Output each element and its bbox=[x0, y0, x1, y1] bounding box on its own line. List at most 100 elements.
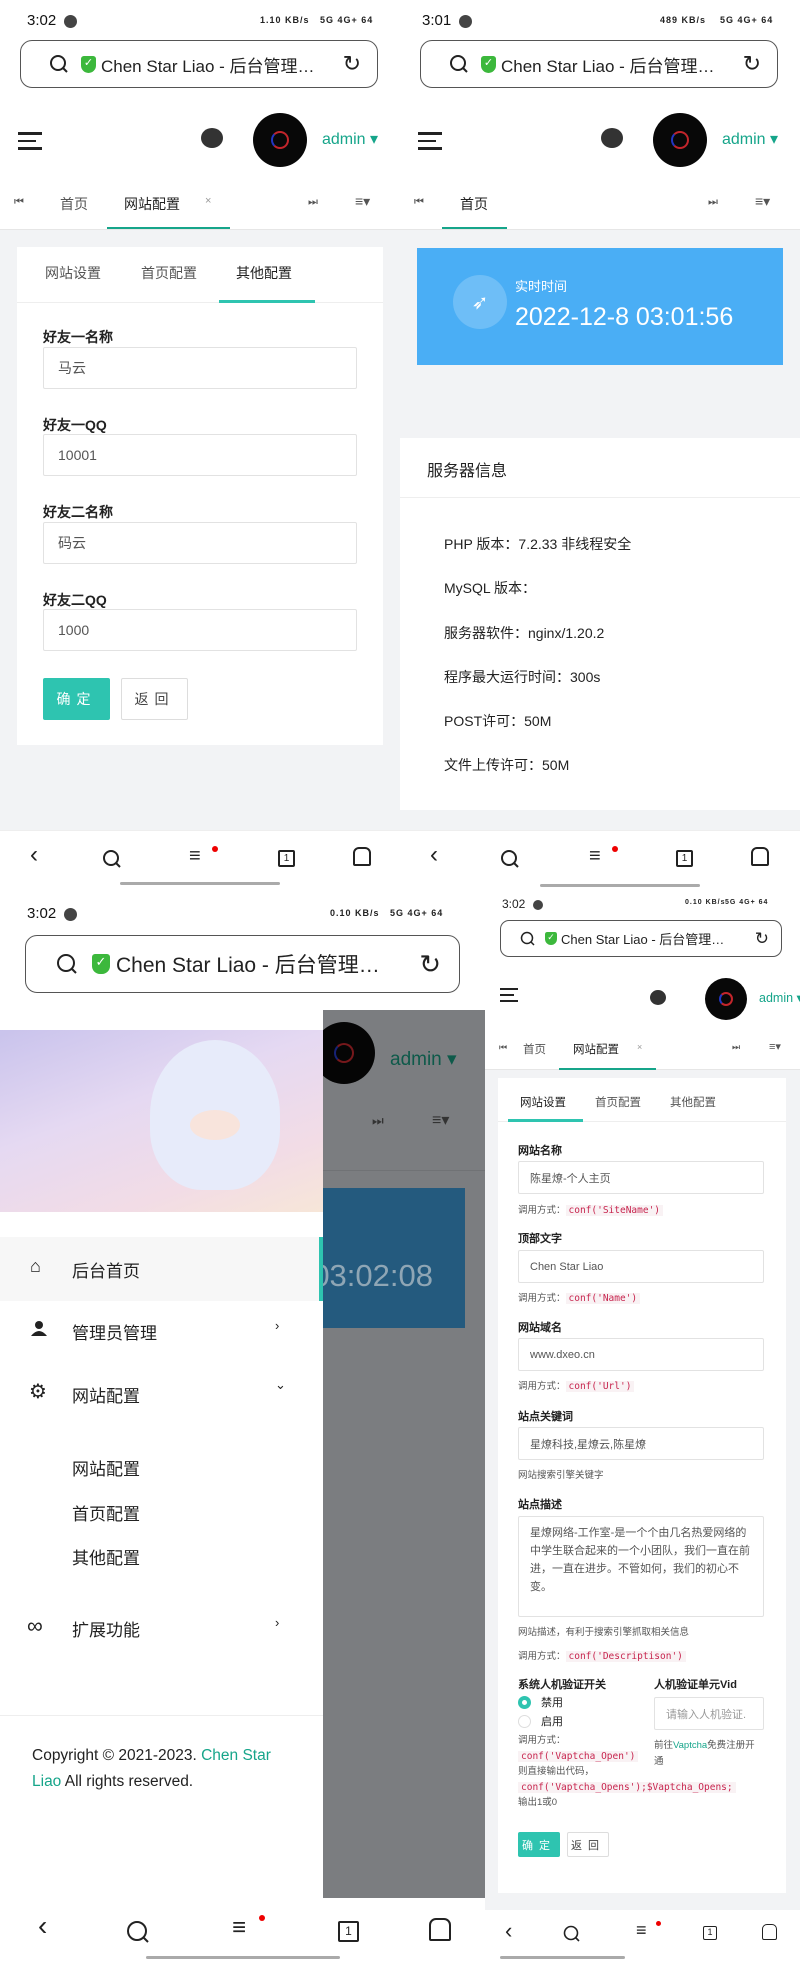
reload-icon[interactable]: ↻ bbox=[743, 51, 761, 77]
user-menu[interactable]: admin ▾ bbox=[322, 129, 378, 149]
vid-input[interactable]: 请输入人机验证. bbox=[654, 1697, 764, 1730]
tab-close-icon[interactable]: × bbox=[637, 1042, 642, 1052]
tabs-prev-icon[interactable]: ⏮ bbox=[414, 196, 424, 209]
friend2-qq-input[interactable]: 1000 bbox=[43, 609, 357, 651]
tab-home[interactable]: 首页 bbox=[523, 1041, 546, 1057]
tabs-menu-icon[interactable]: ≡▾ bbox=[769, 1040, 781, 1053]
reload-icon[interactable]: ↻ bbox=[755, 929, 769, 949]
tabs-count-icon[interactable]: 1 bbox=[278, 850, 295, 867]
description-textarea[interactable]: 星燎网络-工作室-是一个个由几名热爱网络的中学生联合起来的一个小团队，我们一直在… bbox=[518, 1516, 764, 1617]
confirm-button[interactable]: 确定 bbox=[518, 1832, 560, 1857]
menu-icon[interactable]: ≡ bbox=[636, 1920, 647, 1941]
tab-home[interactable]: 首页 bbox=[60, 194, 88, 214]
submenu-site-config[interactable]: 网站配置 bbox=[72, 1455, 140, 1480]
config-tab-home[interactable]: 首页配置 bbox=[595, 1094, 641, 1110]
menu-item-dashboard[interactable]: ⌂ 后台首页 bbox=[0, 1237, 323, 1301]
user-menu[interactable]: admin ▾ bbox=[722, 129, 778, 149]
content-area: ➶ 实时时间 2022-12-8 03:01:56 服务器信息 PHP 版本：7… bbox=[400, 230, 800, 830]
address-bar[interactable]: ✓ Chen Star Liao - 后台管理… ↻ bbox=[25, 935, 460, 993]
tab-site-config[interactable]: 网站配置 bbox=[573, 1041, 619, 1057]
menu-item-site-config[interactable]: ⚙ 网站配置 ⌄ bbox=[0, 1365, 323, 1425]
tab-close-icon[interactable]: × bbox=[205, 195, 211, 207]
tabs-prev-icon[interactable]: ⏮ bbox=[499, 1042, 507, 1053]
domain-input[interactable]: www.dxeo.cn bbox=[518, 1338, 764, 1371]
tab-site-config[interactable]: 网站配置 bbox=[124, 194, 180, 214]
notification-dot bbox=[656, 1921, 661, 1926]
tabs-next-icon[interactable]: ⏭ bbox=[732, 1042, 740, 1053]
search-icon[interactable] bbox=[563, 1925, 581, 1943]
radio-enabled[interactable]: 启用 bbox=[518, 1713, 563, 1729]
tabs-menu-icon[interactable]: ≡▾ bbox=[755, 193, 770, 210]
search-icon[interactable] bbox=[21, 52, 81, 76]
config-card: 网站设置 首页配置 其他配置 好友一名称 马云 好友一QQ 10001 好友二名… bbox=[17, 247, 383, 745]
screen-other-config: 3:02 1.10 KB/s 5G 4G+ 64 ✓ Chen Star Lia… bbox=[0, 0, 400, 830]
friend1-name-input[interactable]: 马云 bbox=[43, 347, 357, 389]
status-network: 5G 4G+ 64 bbox=[390, 908, 444, 918]
back-button[interactable]: 返回 bbox=[121, 678, 188, 720]
back-icon[interactable]: ‹ bbox=[30, 841, 38, 869]
reload-icon[interactable]: ↻ bbox=[419, 949, 441, 980]
back-button[interactable]: 返回 bbox=[567, 1832, 609, 1857]
config-tab-site[interactable]: 网站设置 bbox=[45, 263, 101, 283]
tabs-count-icon[interactable]: 1 bbox=[676, 850, 693, 867]
field-label: 好友一QQ bbox=[43, 417, 107, 433]
top-text-input[interactable]: Chen Star Liao bbox=[518, 1250, 764, 1283]
tabs-next-icon[interactable]: ⏭ bbox=[308, 196, 318, 209]
check-icon bbox=[64, 907, 78, 921]
tabs-count-icon[interactable]: 1 bbox=[703, 1926, 717, 1940]
search-icon[interactable] bbox=[421, 52, 481, 76]
avatar[interactable] bbox=[253, 113, 307, 167]
home-icon[interactable] bbox=[762, 1924, 777, 1940]
home-icon[interactable] bbox=[751, 847, 769, 866]
avatar[interactable] bbox=[705, 978, 747, 1020]
search-icon[interactable] bbox=[501, 930, 545, 948]
tab-home[interactable]: 首页 bbox=[460, 194, 488, 214]
search-icon[interactable] bbox=[126, 1920, 150, 1944]
friend1-qq-input[interactable]: 10001 bbox=[43, 434, 357, 476]
address-bar[interactable]: ✓ Chen Star Liao - 后台管理… ↻ bbox=[500, 920, 782, 957]
status-time: 3:02 bbox=[27, 905, 78, 922]
back-icon[interactable]: ‹ bbox=[505, 1918, 512, 1944]
submenu-home-config[interactable]: 首页配置 bbox=[72, 1500, 140, 1525]
tabs-menu-icon[interactable]: ≡▾ bbox=[355, 193, 370, 210]
radio-unselected-icon bbox=[518, 1714, 531, 1728]
user-menu[interactable]: admin ▾ bbox=[759, 990, 800, 1005]
address-bar[interactable]: ✓ Chen Star Liao - 后台管理… ↻ bbox=[420, 40, 778, 88]
menu-icon[interactable]: ≡ bbox=[589, 845, 601, 868]
tabs-prev-icon[interactable]: ⏮ bbox=[14, 196, 24, 209]
menu-item-extensions[interactable]: ∞ 扩展功能 › bbox=[0, 1600, 323, 1660]
config-tab-site[interactable]: 网站设置 bbox=[520, 1094, 566, 1110]
radio-disabled[interactable]: 禁用 bbox=[518, 1694, 563, 1710]
menu-toggle-icon[interactable] bbox=[418, 127, 442, 155]
menu-icon[interactable]: ≡ bbox=[232, 1914, 246, 1942]
config-tab-home[interactable]: 首页配置 bbox=[141, 263, 197, 283]
avatar[interactable] bbox=[653, 113, 707, 167]
search-icon[interactable] bbox=[26, 951, 92, 977]
tabs-count-icon[interactable]: 1 bbox=[338, 1921, 359, 1942]
config-tab-other[interactable]: 其他配置 bbox=[670, 1094, 716, 1110]
menu-item-admin[interactable]: 管理员管理 › bbox=[0, 1303, 323, 1363]
confirm-button[interactable]: 确定 bbox=[43, 678, 110, 720]
home-icon[interactable] bbox=[353, 847, 371, 866]
submenu-other-config[interactable]: 其他配置 bbox=[72, 1544, 140, 1569]
reload-icon[interactable]: ↻ bbox=[343, 51, 361, 77]
theme-palette-icon[interactable] bbox=[601, 128, 623, 148]
menu-toggle-icon[interactable] bbox=[500, 984, 518, 1006]
search-icon[interactable] bbox=[102, 849, 122, 869]
menu-icon[interactable]: ≡ bbox=[189, 845, 201, 868]
field-label: 顶部文字 bbox=[518, 1233, 562, 1245]
home-icon[interactable] bbox=[429, 1918, 451, 1941]
vaptcha-link[interactable]: Vaptcha bbox=[673, 1740, 707, 1751]
theme-palette-icon[interactable] bbox=[650, 990, 666, 1005]
back-icon[interactable]: ‹ bbox=[430, 841, 438, 869]
friend2-name-input[interactable]: 码云 bbox=[43, 522, 357, 564]
site-name-input[interactable]: 陈星燎-个人主页 bbox=[518, 1161, 764, 1194]
back-icon[interactable]: ‹ bbox=[38, 1910, 47, 1942]
menu-toggle-icon[interactable] bbox=[18, 127, 42, 155]
config-tab-other[interactable]: 其他配置 bbox=[236, 263, 292, 283]
address-bar[interactable]: ✓ Chen Star Liao - 后台管理… ↻ bbox=[20, 40, 378, 88]
tabs-next-icon[interactable]: ⏭ bbox=[708, 196, 718, 209]
search-icon[interactable] bbox=[500, 849, 520, 869]
theme-palette-icon[interactable] bbox=[201, 128, 223, 148]
keywords-input[interactable]: 星燎科技,星燎云,陈星燎 bbox=[518, 1427, 764, 1460]
